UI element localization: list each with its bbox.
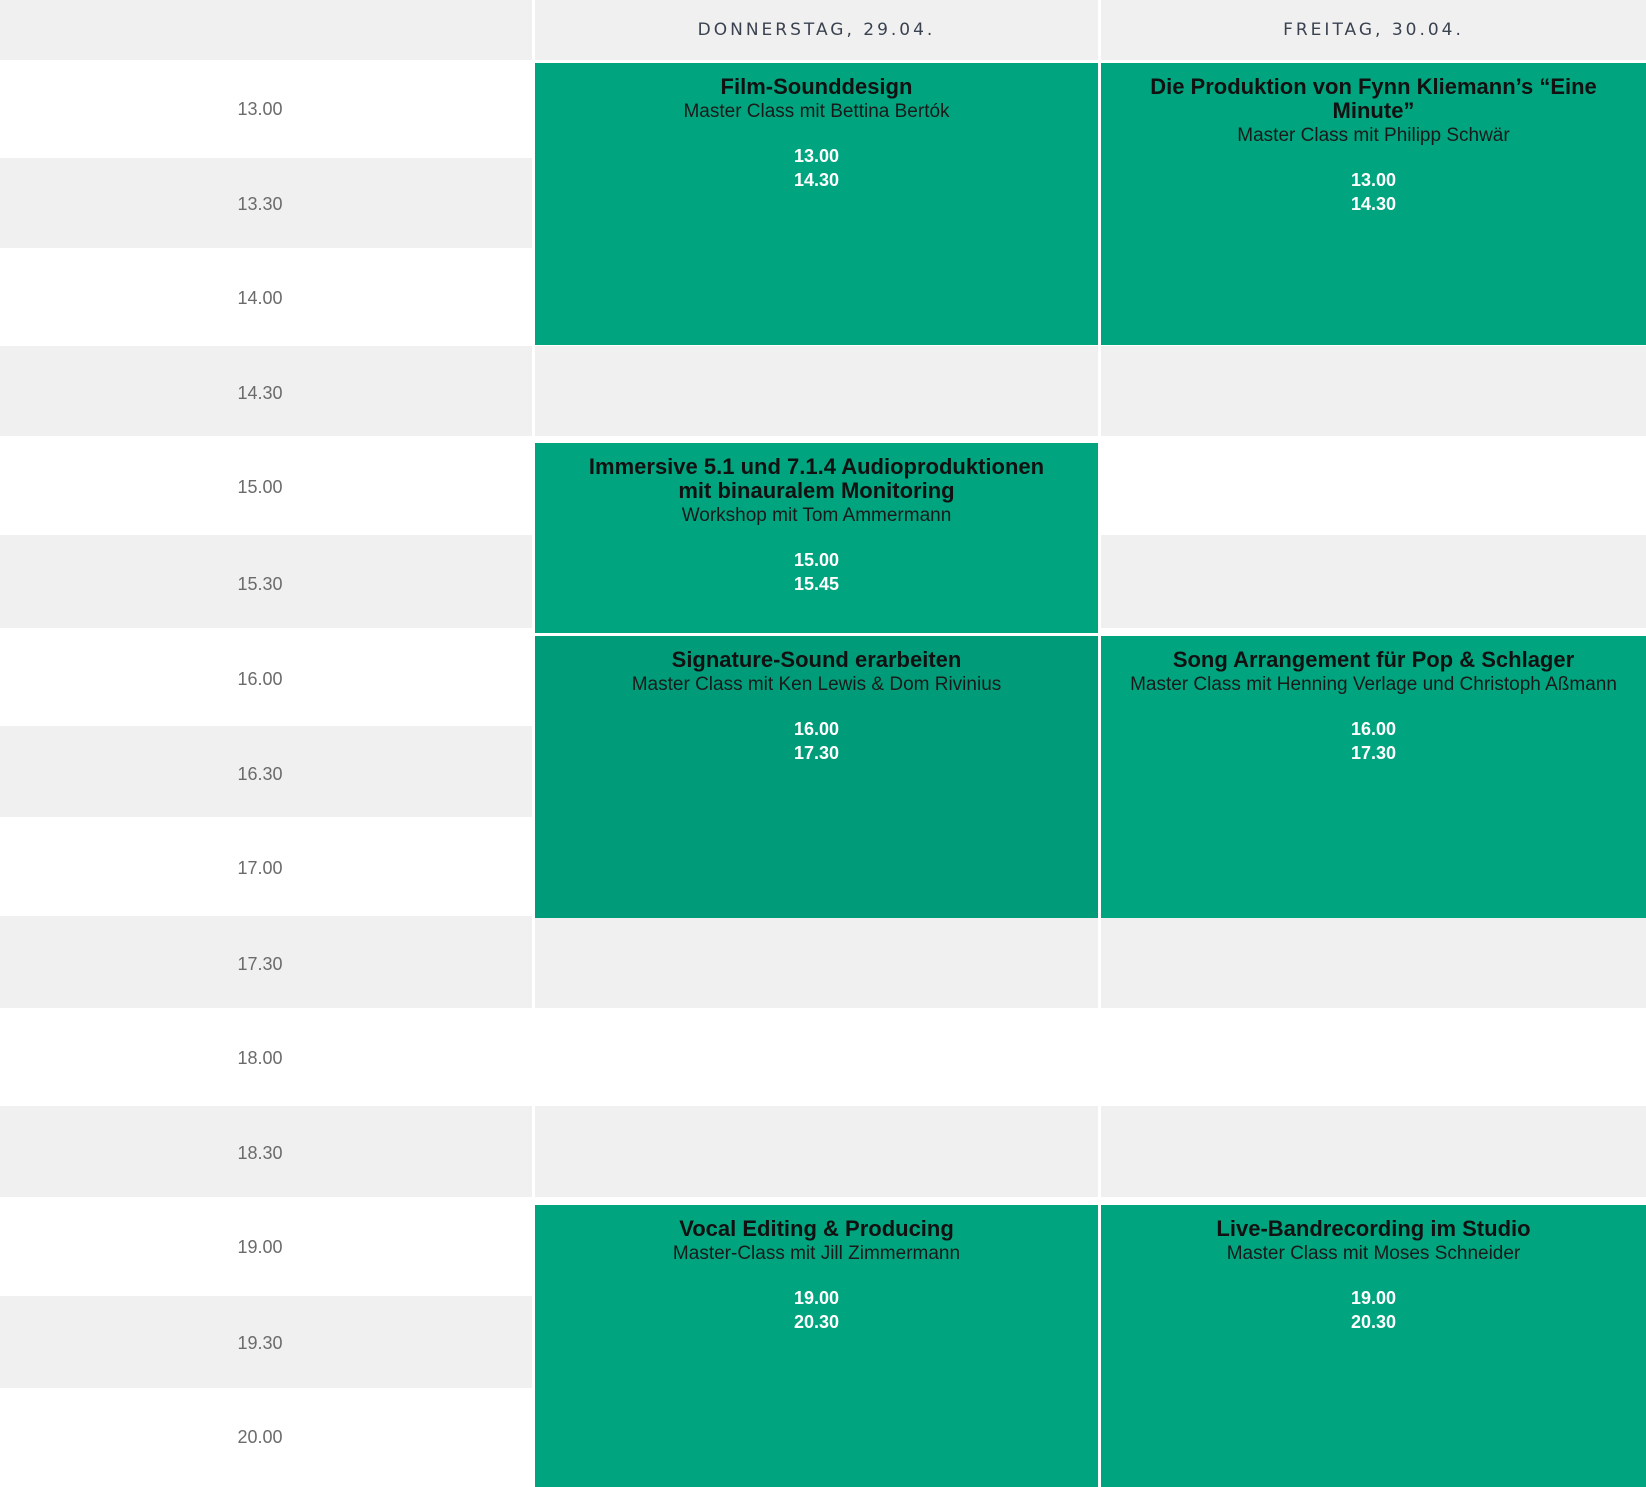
- day-header-thursday: DONNERSTAG, 29.04.: [535, 0, 1098, 60]
- event-start-time: 13.00: [1350, 170, 1397, 190]
- time-label: 15.00: [237, 477, 283, 497]
- event-title: Film-Sounddesign: [720, 74, 913, 99]
- event-card[interactable]: Vocal Editing & Producing Master-Class m…: [535, 1205, 1098, 1487]
- time-label: 16.00: [237, 669, 283, 689]
- event-start-time: 13.00: [793, 146, 840, 166]
- event-title: Immersive 5.1 und 7.1.4 Audioproduktione…: [588, 454, 1045, 503]
- event-end-time: 20.30: [1350, 1312, 1397, 1332]
- event-card[interactable]: Die Produktion von Fynn Kliemann’s “Eine…: [1101, 63, 1646, 345]
- time-label: 16.30: [237, 764, 283, 784]
- event-subtitle: Master Class mit Ken Lewis & Dom Riviniu…: [631, 674, 1002, 695]
- time-label: 17.30: [237, 954, 283, 974]
- time-label: 14.30: [237, 383, 283, 403]
- event-subtitle: Master Class mit Bettina Bertók: [683, 101, 950, 122]
- event-start-time: 19.00: [793, 1288, 840, 1308]
- schedule-grid: DONNERSTAG, 29.04. FREITAG, 30.04. 13.00…: [0, 0, 1646, 1487]
- event-card[interactable]: Song Arrangement für Pop & Schlager Mast…: [1101, 636, 1646, 918]
- event-start-time: 19.00: [1350, 1288, 1397, 1308]
- time-label: 13.30: [237, 194, 283, 214]
- event-end-time: 20.30: [793, 1312, 840, 1332]
- time-label: 13.00: [237, 99, 283, 119]
- event-title: Vocal Editing & Producing: [679, 1216, 954, 1241]
- event-end-time: 15.45: [793, 574, 840, 594]
- event-end-time: 14.30: [793, 170, 840, 190]
- time-label: 17.00: [237, 858, 283, 878]
- event-subtitle: Workshop mit Tom Ammermann: [681, 505, 952, 526]
- event-start-time: 15.00: [793, 550, 840, 570]
- event-subtitle: Master Class mit Moses Schneider: [1226, 1243, 1521, 1264]
- event-start-time: 16.00: [793, 719, 840, 739]
- time-label: 18.00: [237, 1048, 283, 1068]
- event-subtitle: Master Class mit Henning Verlage und Chr…: [1130, 674, 1617, 695]
- event-title: Signature-Sound erarbeiten: [671, 647, 962, 672]
- event-card[interactable]: Film-Sounddesign Master Class mit Bettin…: [535, 63, 1098, 345]
- event-subtitle: Master-Class mit Jill Zimmermann: [672, 1243, 961, 1264]
- time-label: 20.00: [237, 1427, 283, 1447]
- event-title: Live-Bandrecording im Studio: [1216, 1216, 1531, 1241]
- event-end-time: 17.30: [793, 743, 840, 763]
- time-column-header: [0, 0, 532, 60]
- event-card[interactable]: Immersive 5.1 und 7.1.4 Audioproduktione…: [535, 443, 1098, 633]
- time-label: 18.30: [237, 1143, 283, 1163]
- event-card[interactable]: Live-Bandrecording im Studio Master Clas…: [1101, 1205, 1646, 1487]
- event-end-time: 17.30: [1350, 743, 1397, 763]
- time-label: 19.30: [237, 1333, 283, 1353]
- event-title: Song Arrangement für Pop & Schlager: [1172, 647, 1575, 672]
- event-subtitle: Master Class mit Philipp Schwär: [1237, 125, 1510, 146]
- time-label: 19.00: [237, 1237, 283, 1257]
- time-label: 15.30: [237, 574, 283, 594]
- event-card[interactable]: Signature-Sound erarbeiten Master Class …: [535, 636, 1098, 918]
- day-header-friday: FREITAG, 30.04.: [1101, 0, 1646, 60]
- event-title: Die Produktion von Fynn Kliemann’s “Eine…: [1150, 74, 1597, 123]
- time-label: 14.00: [237, 288, 283, 308]
- event-start-time: 16.00: [1350, 719, 1397, 739]
- event-end-time: 14.30: [1350, 194, 1397, 214]
